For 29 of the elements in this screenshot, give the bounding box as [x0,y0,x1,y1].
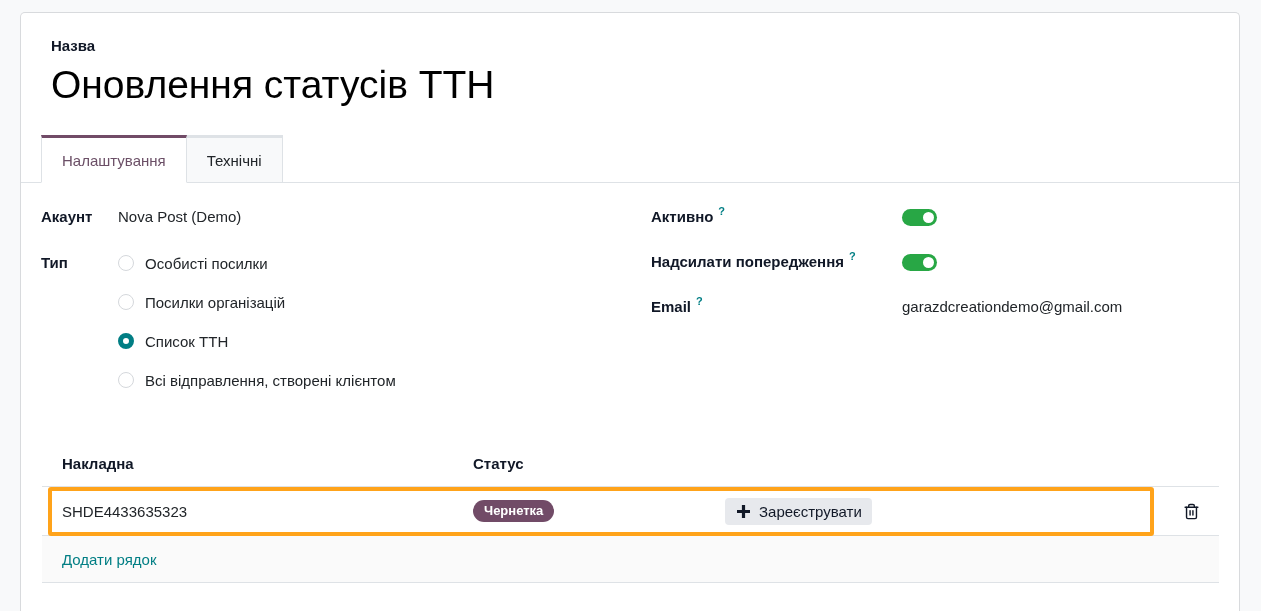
radio-label[interactable]: Список ТТН [145,332,229,350]
status-badge: Чернетка [473,500,555,522]
radio-button[interactable] [118,333,134,349]
radio-label[interactable]: Особисті посилки [145,254,268,272]
waybill-cell: SHDE4433635323 [62,502,188,520]
name-label: Назва [51,36,96,56]
register-button[interactable]: Зареєструвати [725,497,872,525]
help-marker[interactable]: ? [696,296,703,307]
radio-label[interactable]: Всі відправлення, створені клієнтом [145,371,396,389]
radio-label[interactable]: Посилки організацій [145,293,286,311]
trash-icon[interactable] [1183,502,1200,520]
field-label: Акаунт [41,207,93,227]
field-label: Email [651,297,692,317]
field-value[interactable]: Nova Post (Demo) [118,205,242,229]
tab[interactable]: Налаштування [41,135,187,183]
toggle-switch[interactable] [902,253,937,271]
field-label: Активно [651,207,714,227]
column-header[interactable]: Накладна [62,455,134,472]
help-marker[interactable]: ? [849,251,856,262]
tab[interactable]: Технічні [186,135,283,183]
field-label: Надсилати попередження [651,252,844,272]
add-line-link[interactable]: Додати рядок [62,550,157,568]
column-header[interactable]: Статус [473,455,524,472]
plus-icon [737,504,750,518]
field-value[interactable]: garazdcreationdemo@gmail.com [902,295,1123,319]
record-title[interactable]: Оновлення статусів ТТН [51,60,495,110]
toggle-switch[interactable] [902,208,937,226]
help-marker[interactable]: ? [718,206,726,217]
field-label: Тип [41,253,68,273]
